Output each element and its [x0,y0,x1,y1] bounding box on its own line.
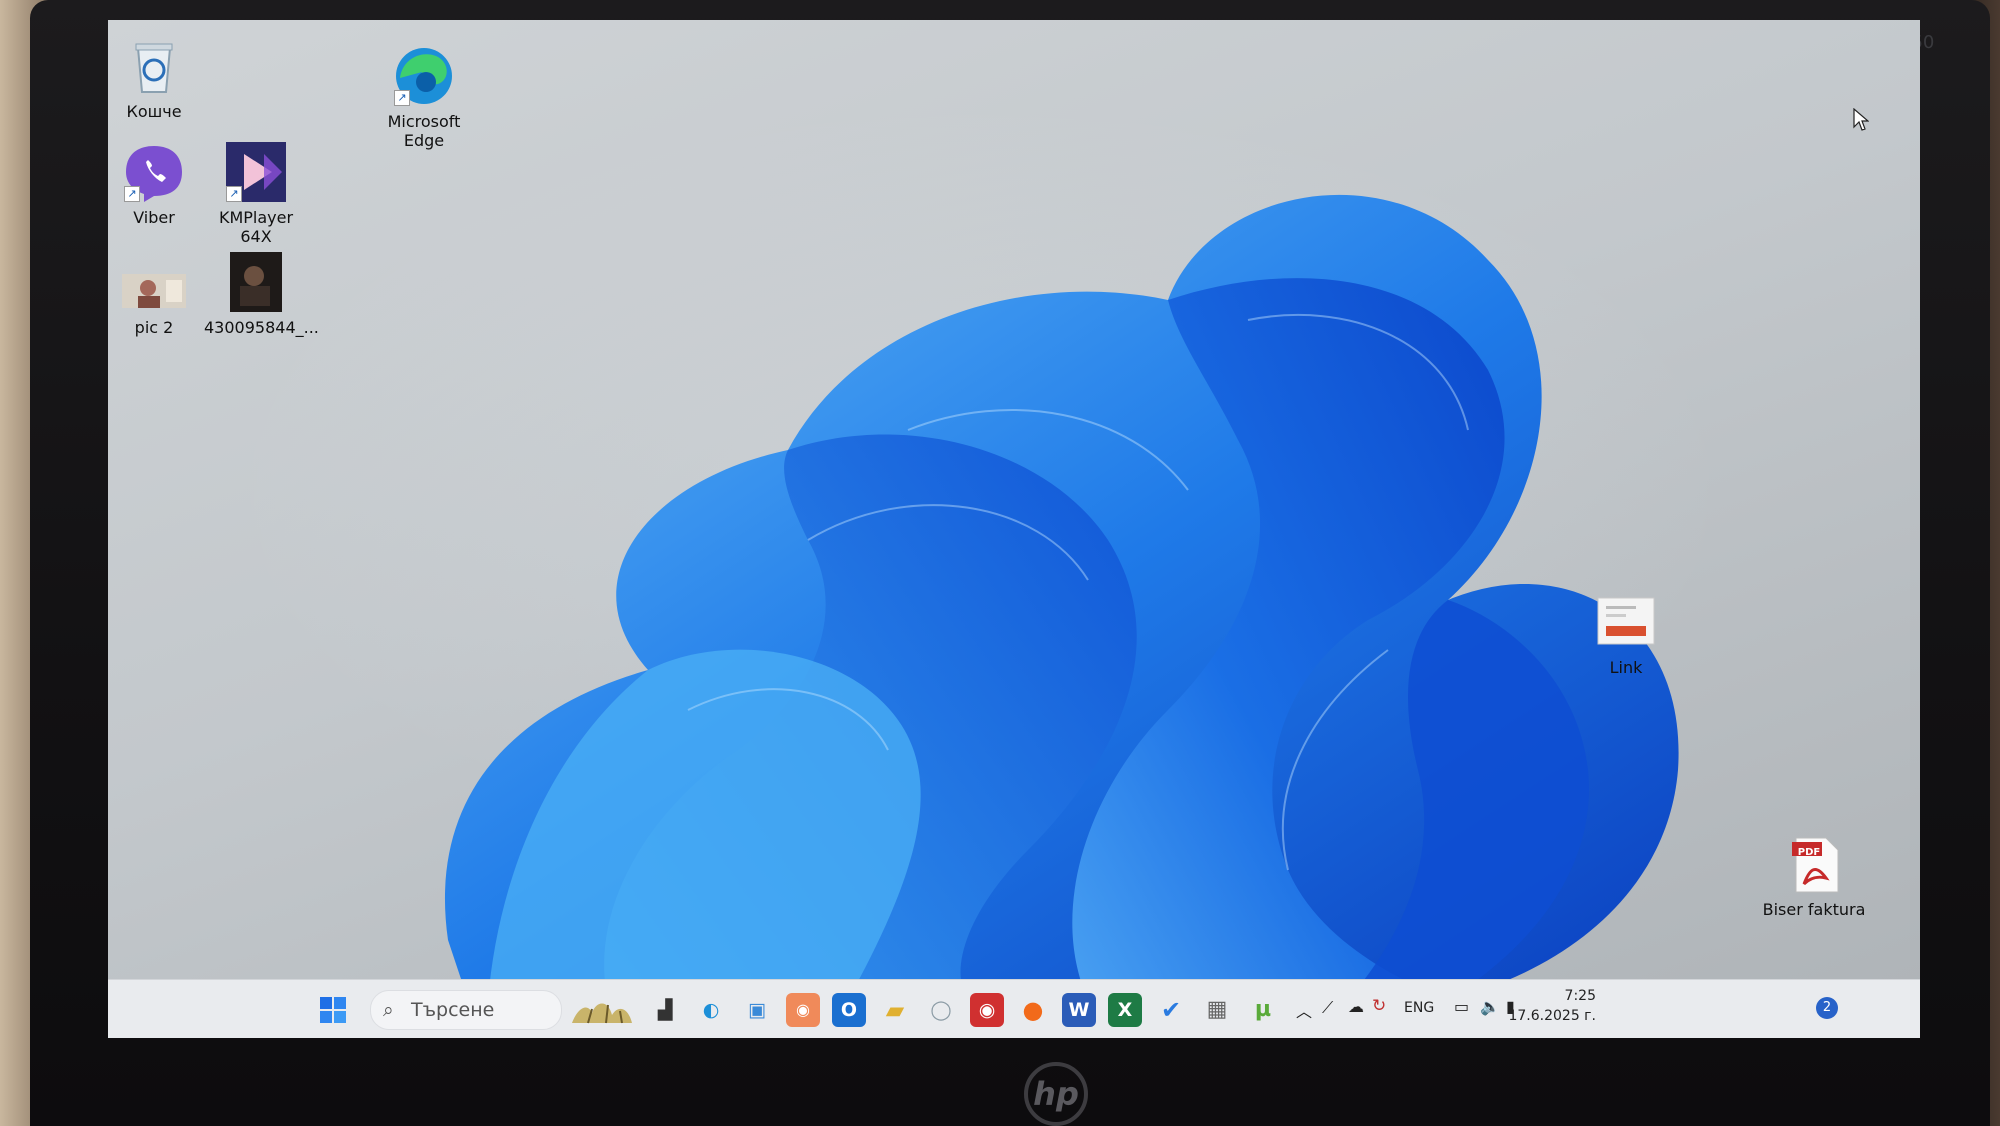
firefox-icon[interactable]: ● [1016,993,1050,1027]
show-hidden-icons-chevron-icon[interactable]: ︿ [1296,998,1312,1022]
desktop-icon-edge[interactable]: ↗ Microsoft Edge [372,44,476,150]
desktop-screen: Кошче ↗ Microsoft Edge ↗ Viber ↗ KMPlaye… [108,20,1920,1038]
search-highlight-icon[interactable] [568,993,636,1027]
pic2-label: pic 2 [134,318,174,337]
desktop-icon-kmplayer[interactable]: ↗ KMPlayer 64X [204,140,308,246]
search-icon: ⌕ [383,999,394,1021]
folder-icon[interactable]: ▰ [878,993,912,1027]
desktop-icon-pic2[interactable]: pic 2 [108,260,206,337]
taskbar-search-box[interactable]: ⌕ Търсене [370,990,562,1030]
edge-icon: ↗ [392,44,456,108]
network-icon[interactable]: ▭ [1454,997,1469,1016]
search-placeholder: Търсене [411,999,495,1021]
volume-icon[interactable]: 🔈 [1480,997,1500,1016]
windows-bloom-wallpaper [444,194,1679,1000]
video-thumbnail-icon [224,250,288,314]
desktop-icon-link[interactable]: Link [1574,590,1678,677]
desktop-icon-video-file[interactable]: 430095844_... [204,250,319,337]
todo-icon[interactable]: ✔ [1154,993,1188,1027]
viber-label: Viber [133,208,175,227]
shortcut-arrow-icon: ↗ [226,186,242,202]
outlook-icon[interactable]: O [832,993,866,1027]
viber-icon: ↗ [122,140,186,204]
word-icon[interactable]: W [1062,993,1096,1027]
desktop-icon-recycle-bin[interactable]: Кошче [108,34,206,121]
recycle-bin-label: Кошче [126,102,182,121]
clock[interactable]: 7:25 17.6.2025 г. [1506,986,1596,1026]
video-file-label: 430095844_... [204,318,319,337]
notification-badge[interactable]: 2 [1816,997,1838,1019]
image-thumbnail-icon [122,274,186,314]
shortcut-arrow-icon: ↗ [394,90,410,106]
pdf-label: Biser faktura [1762,900,1866,919]
start-button[interactable] [316,993,350,1027]
mouse-cursor-icon [1853,107,1870,136]
language-indicator[interactable]: ENG [1404,1000,1434,1016]
desktop-icon-viber[interactable]: ↗ Viber [108,140,206,227]
sync-icon[interactable]: ↻ [1372,996,1386,1016]
desktop-icon-pdf[interactable]: PDF Biser faktura [1762,832,1866,919]
utorrent-icon[interactable]: µ [1246,993,1280,1027]
calculator-icon[interactable]: ▦ [1200,993,1234,1027]
pdf-badge-label: PDF [1797,847,1821,858]
clock-date: 17.6.2025 г. [1508,1008,1596,1024]
edge-label-line1: Microsoft [387,112,461,131]
edge-taskbar-icon[interactable]: ◐ [694,993,728,1027]
excel-icon[interactable]: X [1108,993,1142,1027]
task-view-icon[interactable]: ▟ [648,993,682,1027]
windows-logo-icon [320,997,346,1023]
kmplayer-icon: ↗ [224,140,288,204]
hp-logo: hp [1024,1062,1088,1126]
taskbar: ⌕ Търсене ▟ ◐ ▣ ◉ O ▰ ◯ ◉ ● W X ✔ ▦ µ ︿ … [108,979,1920,1038]
media-app-icon[interactable]: ◉ [970,993,1004,1027]
kmplayer-label-line2: 64X [240,227,272,246]
photos-icon[interactable]: ▣ [740,993,774,1027]
clock-time: 7:25 [1564,988,1596,1004]
kmplayer-label-line1: KMPlayer [218,208,294,227]
edge-label-line2: Edge [403,131,445,150]
pen-icon[interactable]: ⟋ [1322,998,1333,1018]
link-label: Link [1609,658,1643,677]
shortcut-arrow-icon: ↗ [124,186,140,202]
snap-icon[interactable]: ◉ [786,993,820,1027]
recycle-bin-icon [122,34,186,98]
cloud-icon[interactable]: ☁ [1348,997,1364,1016]
whatsapp-icon[interactable]: ◯ [924,993,958,1027]
document-icon [1594,590,1658,654]
pdf-icon: PDF [1782,832,1846,896]
